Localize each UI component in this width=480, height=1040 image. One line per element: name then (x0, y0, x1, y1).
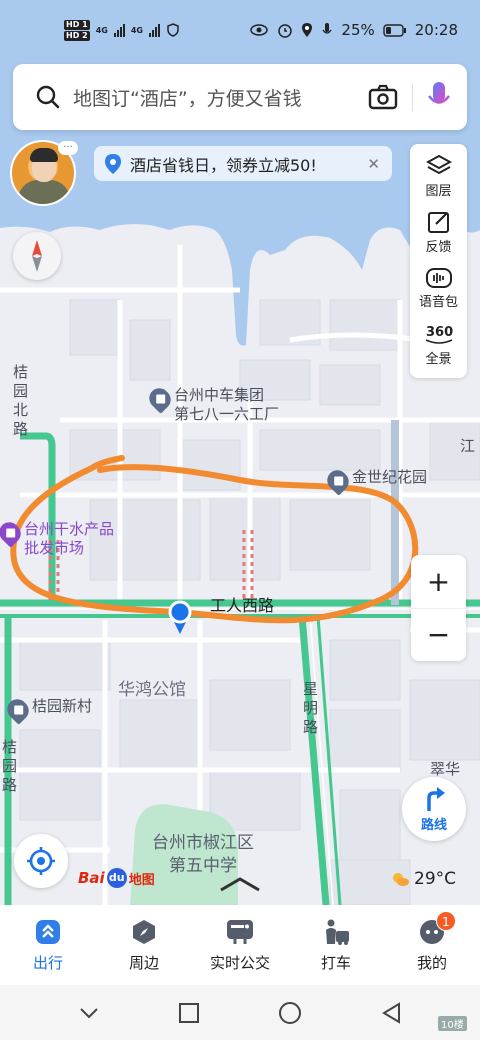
compass-button[interactable] (13, 232, 61, 280)
tool-layers[interactable]: 图层 (410, 148, 467, 204)
road-label-jieyuan: 桔园路 (2, 738, 18, 794)
road-label-jieyuan-north: 桔园北路 (13, 363, 29, 438)
tool-voice-pack[interactable]: 语音包 (410, 260, 467, 316)
battery-icon (383, 23, 406, 37)
microphone-status-icon (322, 23, 332, 34)
promo-text: 酒店省钱日，领券立减50! (130, 155, 317, 175)
temperature: 29°C (414, 869, 457, 889)
baidu-map-logo: Bai du 地图 (78, 868, 155, 888)
poi-school[interactable]: 台州市椒江区 第五中学 (152, 832, 254, 878)
chevron-up-icon[interactable] (219, 876, 261, 892)
residence-icon (323, 466, 353, 496)
poi-jieyuan-village[interactable]: 桔园新村 (3, 695, 92, 725)
nav-bus[interactable]: 实时公交 (192, 905, 288, 985)
locate-me-button[interactable] (14, 834, 68, 888)
chevron-down-icon[interactable] (79, 1006, 99, 1020)
route-arrow-icon (427, 786, 445, 811)
battery-percent: 25% (341, 21, 375, 39)
route-button[interactable]: 路线 (402, 777, 466, 841)
poi-huahong[interactable]: 华鸿公馆 (118, 681, 186, 699)
microphone-icon[interactable] (427, 81, 451, 113)
travel-icon (36, 919, 60, 944)
signal-icon (113, 23, 125, 37)
shopping-icon (0, 518, 25, 548)
current-location-marker (168, 600, 192, 634)
poi-seafood-market[interactable]: 台州干水产品 批发市场 (0, 518, 114, 558)
system-nav-bar (0, 985, 480, 1040)
home-icon[interactable] (278, 1001, 302, 1025)
residence-icon (3, 695, 33, 725)
building-icon (145, 384, 175, 414)
search-bar[interactable]: 地图订“酒店”，方便又省钱 (13, 64, 467, 130)
road-label-jiang-partial: 江 (460, 437, 476, 455)
feedback-icon (427, 211, 449, 233)
map-canvas (0, 0, 480, 905)
weather-widget[interactable]: 29°C (390, 869, 456, 889)
crosshair-icon (27, 847, 55, 875)
zoom-in-button[interactable]: + (411, 555, 466, 609)
alarm-icon (278, 24, 293, 38)
back-icon[interactable] (381, 1001, 401, 1024)
svg-text:360°: 360° (426, 325, 454, 340)
camera-icon[interactable] (368, 84, 398, 110)
network-type-2: 4G (130, 25, 143, 35)
signal-icon (148, 23, 160, 37)
voice-pack-icon (425, 267, 452, 288)
watermark: 10楼 (438, 1016, 467, 1031)
avatar-bubble: ... (58, 140, 78, 155)
taxi-icon (326, 919, 349, 945)
tool-feedback[interactable]: 反馈 (410, 204, 467, 260)
map-view[interactable]: 桔园北路 工人西路 星明路 桔园路 江 翠华 台州中车集团 第七八一六工厂 金世… (0, 0, 480, 905)
nav-travel[interactable]: 出行 (0, 905, 96, 985)
poi-factory[interactable]: 台州中车集团 第七八一六工厂 (145, 384, 279, 424)
network-type-1: 4G (95, 25, 108, 35)
clock: 20:28 (414, 21, 458, 39)
nav-nearby[interactable]: 周边 (96, 905, 192, 985)
recent-apps-icon[interactable] (178, 1002, 200, 1024)
road-label-cuihua-partial: 翠华 (430, 760, 461, 778)
search-icon (36, 85, 60, 109)
partly-cloudy-icon (393, 873, 409, 886)
poi-jinshiji-garden[interactable]: 金世纪花园 (323, 466, 427, 496)
bottom-nav: 出行 周边 实时公交 打车 我的 1 (0, 905, 480, 985)
zoom-control: + − (411, 555, 466, 661)
road-label-gongren-west: 工人西路 (210, 596, 275, 615)
nav-profile[interactable]: 我的 1 (384, 905, 480, 985)
bus-icon (227, 919, 253, 944)
shield-icon (167, 23, 179, 37)
map-tools-panel: 图层 反馈 语音包 360° 全景 (410, 144, 467, 378)
zoom-out-button[interactable]: − (411, 609, 466, 662)
eye-icon (250, 24, 269, 36)
search-divider (412, 83, 413, 111)
tool-panorama[interactable]: 360° 全景 (410, 316, 467, 372)
panorama-icon: 360° (425, 325, 454, 344)
compass-icon (32, 240, 42, 272)
road-label-xingming: 星明路 (303, 680, 319, 736)
search-input[interactable]: 地图订“酒店”，方便又省钱 (73, 84, 368, 111)
sim2-label: HD 2 (64, 30, 90, 41)
nav-taxi[interactable]: 打车 (288, 905, 384, 985)
notification-badge: 1 (436, 911, 456, 931)
location-icon (302, 23, 313, 37)
layers-icon (425, 154, 452, 174)
compass-nearby-icon (133, 919, 155, 944)
location-pin-icon (105, 153, 121, 174)
sim1-label: HD 1 (64, 19, 90, 30)
close-icon[interactable]: ✕ (367, 155, 380, 173)
promo-banner[interactable]: 酒店省钱日，领券立减50! ✕ (94, 146, 392, 181)
status-bar: HD 1 HD 2 4G 4G 25% 20:28 (0, 0, 480, 60)
